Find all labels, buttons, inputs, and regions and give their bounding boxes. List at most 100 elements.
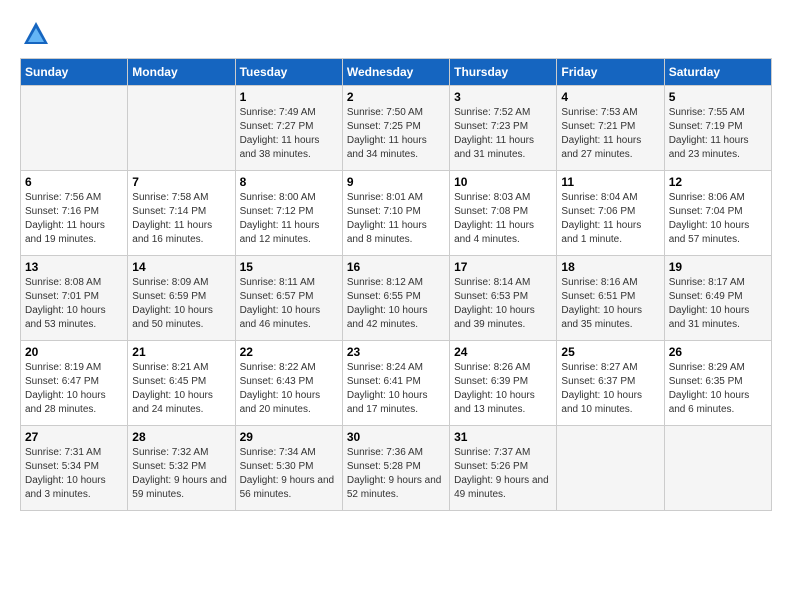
- header-wednesday: Wednesday: [342, 59, 449, 86]
- day-info: Sunrise: 7:31 AMSunset: 5:34 PMDaylight:…: [25, 446, 123, 502]
- calendar-table: SundayMondayTuesdayWednesdayThursdayFrid…: [20, 58, 772, 511]
- day-cell: 7 Sunrise: 7:58 AMSunset: 7:14 PMDayligh…: [128, 171, 235, 256]
- day-cell: 26 Sunrise: 8:29 AMSunset: 6:35 PMDaylig…: [664, 341, 771, 426]
- day-info: Sunrise: 8:27 AMSunset: 6:37 PMDaylight:…: [561, 361, 659, 417]
- day-info: Sunrise: 8:29 AMSunset: 6:35 PMDaylight:…: [669, 361, 767, 417]
- header-thursday: Thursday: [450, 59, 557, 86]
- day-info: Sunrise: 8:06 AMSunset: 7:04 PMDaylight:…: [669, 191, 767, 247]
- day-cell: 25 Sunrise: 8:27 AMSunset: 6:37 PMDaylig…: [557, 341, 664, 426]
- calendar-header-row: SundayMondayTuesdayWednesdayThursdayFrid…: [21, 59, 772, 86]
- day-number: 4: [561, 90, 659, 104]
- day-info: Sunrise: 7:53 AMSunset: 7:21 PMDaylight:…: [561, 106, 659, 162]
- day-cell: 28 Sunrise: 7:32 AMSunset: 5:32 PMDaylig…: [128, 426, 235, 511]
- day-cell: [21, 86, 128, 171]
- day-number: 6: [25, 175, 123, 189]
- day-cell: 4 Sunrise: 7:53 AMSunset: 7:21 PMDayligh…: [557, 86, 664, 171]
- day-info: Sunrise: 7:52 AMSunset: 7:23 PMDaylight:…: [454, 106, 552, 162]
- day-number: 27: [25, 430, 123, 444]
- day-info: Sunrise: 8:00 AMSunset: 7:12 PMDaylight:…: [240, 191, 338, 247]
- day-info: Sunrise: 7:32 AMSunset: 5:32 PMDaylight:…: [132, 446, 230, 502]
- day-number: 30: [347, 430, 445, 444]
- day-cell: 11 Sunrise: 8:04 AMSunset: 7:06 PMDaylig…: [557, 171, 664, 256]
- day-info: Sunrise: 8:14 AMSunset: 6:53 PMDaylight:…: [454, 276, 552, 332]
- day-info: Sunrise: 8:09 AMSunset: 6:59 PMDaylight:…: [132, 276, 230, 332]
- day-info: Sunrise: 8:22 AMSunset: 6:43 PMDaylight:…: [240, 361, 338, 417]
- day-cell: 12 Sunrise: 8:06 AMSunset: 7:04 PMDaylig…: [664, 171, 771, 256]
- day-number: 31: [454, 430, 552, 444]
- week-row-2: 6 Sunrise: 7:56 AMSunset: 7:16 PMDayligh…: [21, 171, 772, 256]
- day-info: Sunrise: 7:34 AMSunset: 5:30 PMDaylight:…: [240, 446, 338, 502]
- day-info: Sunrise: 8:24 AMSunset: 6:41 PMDaylight:…: [347, 361, 445, 417]
- week-row-4: 20 Sunrise: 8:19 AMSunset: 6:47 PMDaylig…: [21, 341, 772, 426]
- day-number: 3: [454, 90, 552, 104]
- header-tuesday: Tuesday: [235, 59, 342, 86]
- day-number: 25: [561, 345, 659, 359]
- day-number: 26: [669, 345, 767, 359]
- day-info: Sunrise: 7:50 AMSunset: 7:25 PMDaylight:…: [347, 106, 445, 162]
- day-cell: [664, 426, 771, 511]
- day-number: 21: [132, 345, 230, 359]
- day-number: 1: [240, 90, 338, 104]
- day-cell: 15 Sunrise: 8:11 AMSunset: 6:57 PMDaylig…: [235, 256, 342, 341]
- day-info: Sunrise: 7:37 AMSunset: 5:26 PMDaylight:…: [454, 446, 552, 502]
- day-info: Sunrise: 7:56 AMSunset: 7:16 PMDaylight:…: [25, 191, 123, 247]
- day-info: Sunrise: 8:21 AMSunset: 6:45 PMDaylight:…: [132, 361, 230, 417]
- day-number: 8: [240, 175, 338, 189]
- logo: [20, 20, 52, 48]
- day-number: 16: [347, 260, 445, 274]
- day-cell: 29 Sunrise: 7:34 AMSunset: 5:30 PMDaylig…: [235, 426, 342, 511]
- day-cell: 3 Sunrise: 7:52 AMSunset: 7:23 PMDayligh…: [450, 86, 557, 171]
- day-cell: 27 Sunrise: 7:31 AMSunset: 5:34 PMDaylig…: [21, 426, 128, 511]
- day-number: 12: [669, 175, 767, 189]
- day-number: 20: [25, 345, 123, 359]
- day-cell: 9 Sunrise: 8:01 AMSunset: 7:10 PMDayligh…: [342, 171, 449, 256]
- day-cell: [557, 426, 664, 511]
- day-cell: 16 Sunrise: 8:12 AMSunset: 6:55 PMDaylig…: [342, 256, 449, 341]
- day-info: Sunrise: 8:04 AMSunset: 7:06 PMDaylight:…: [561, 191, 659, 247]
- header-friday: Friday: [557, 59, 664, 86]
- day-number: 13: [25, 260, 123, 274]
- day-cell: 30 Sunrise: 7:36 AMSunset: 5:28 PMDaylig…: [342, 426, 449, 511]
- day-info: Sunrise: 8:08 AMSunset: 7:01 PMDaylight:…: [25, 276, 123, 332]
- day-number: 5: [669, 90, 767, 104]
- day-cell: 23 Sunrise: 8:24 AMSunset: 6:41 PMDaylig…: [342, 341, 449, 426]
- week-row-1: 1 Sunrise: 7:49 AMSunset: 7:27 PMDayligh…: [21, 86, 772, 171]
- header-sunday: Sunday: [21, 59, 128, 86]
- day-cell: 10 Sunrise: 8:03 AMSunset: 7:08 PMDaylig…: [450, 171, 557, 256]
- day-info: Sunrise: 8:01 AMSunset: 7:10 PMDaylight:…: [347, 191, 445, 247]
- day-number: 15: [240, 260, 338, 274]
- day-info: Sunrise: 8:11 AMSunset: 6:57 PMDaylight:…: [240, 276, 338, 332]
- day-info: Sunrise: 7:58 AMSunset: 7:14 PMDaylight:…: [132, 191, 230, 247]
- day-cell: 1 Sunrise: 7:49 AMSunset: 7:27 PMDayligh…: [235, 86, 342, 171]
- day-cell: 18 Sunrise: 8:16 AMSunset: 6:51 PMDaylig…: [557, 256, 664, 341]
- day-cell: 8 Sunrise: 8:00 AMSunset: 7:12 PMDayligh…: [235, 171, 342, 256]
- day-info: Sunrise: 8:16 AMSunset: 6:51 PMDaylight:…: [561, 276, 659, 332]
- day-cell: 31 Sunrise: 7:37 AMSunset: 5:26 PMDaylig…: [450, 426, 557, 511]
- day-info: Sunrise: 7:55 AMSunset: 7:19 PMDaylight:…: [669, 106, 767, 162]
- day-info: Sunrise: 7:36 AMSunset: 5:28 PMDaylight:…: [347, 446, 445, 502]
- day-info: Sunrise: 8:03 AMSunset: 7:08 PMDaylight:…: [454, 191, 552, 247]
- day-cell: 13 Sunrise: 8:08 AMSunset: 7:01 PMDaylig…: [21, 256, 128, 341]
- day-info: Sunrise: 8:12 AMSunset: 6:55 PMDaylight:…: [347, 276, 445, 332]
- day-number: 22: [240, 345, 338, 359]
- day-number: 10: [454, 175, 552, 189]
- day-cell: 2 Sunrise: 7:50 AMSunset: 7:25 PMDayligh…: [342, 86, 449, 171]
- day-cell: 19 Sunrise: 8:17 AMSunset: 6:49 PMDaylig…: [664, 256, 771, 341]
- day-info: Sunrise: 8:26 AMSunset: 6:39 PMDaylight:…: [454, 361, 552, 417]
- day-number: 11: [561, 175, 659, 189]
- day-cell: 24 Sunrise: 8:26 AMSunset: 6:39 PMDaylig…: [450, 341, 557, 426]
- day-cell: 22 Sunrise: 8:22 AMSunset: 6:43 PMDaylig…: [235, 341, 342, 426]
- day-number: 24: [454, 345, 552, 359]
- day-number: 18: [561, 260, 659, 274]
- day-number: 7: [132, 175, 230, 189]
- day-number: 29: [240, 430, 338, 444]
- day-cell: 14 Sunrise: 8:09 AMSunset: 6:59 PMDaylig…: [128, 256, 235, 341]
- day-number: 17: [454, 260, 552, 274]
- week-row-5: 27 Sunrise: 7:31 AMSunset: 5:34 PMDaylig…: [21, 426, 772, 511]
- day-info: Sunrise: 7:49 AMSunset: 7:27 PMDaylight:…: [240, 106, 338, 162]
- header-monday: Monday: [128, 59, 235, 86]
- day-info: Sunrise: 8:17 AMSunset: 6:49 PMDaylight:…: [669, 276, 767, 332]
- day-cell: 20 Sunrise: 8:19 AMSunset: 6:47 PMDaylig…: [21, 341, 128, 426]
- logo-icon: [22, 20, 50, 48]
- day-number: 19: [669, 260, 767, 274]
